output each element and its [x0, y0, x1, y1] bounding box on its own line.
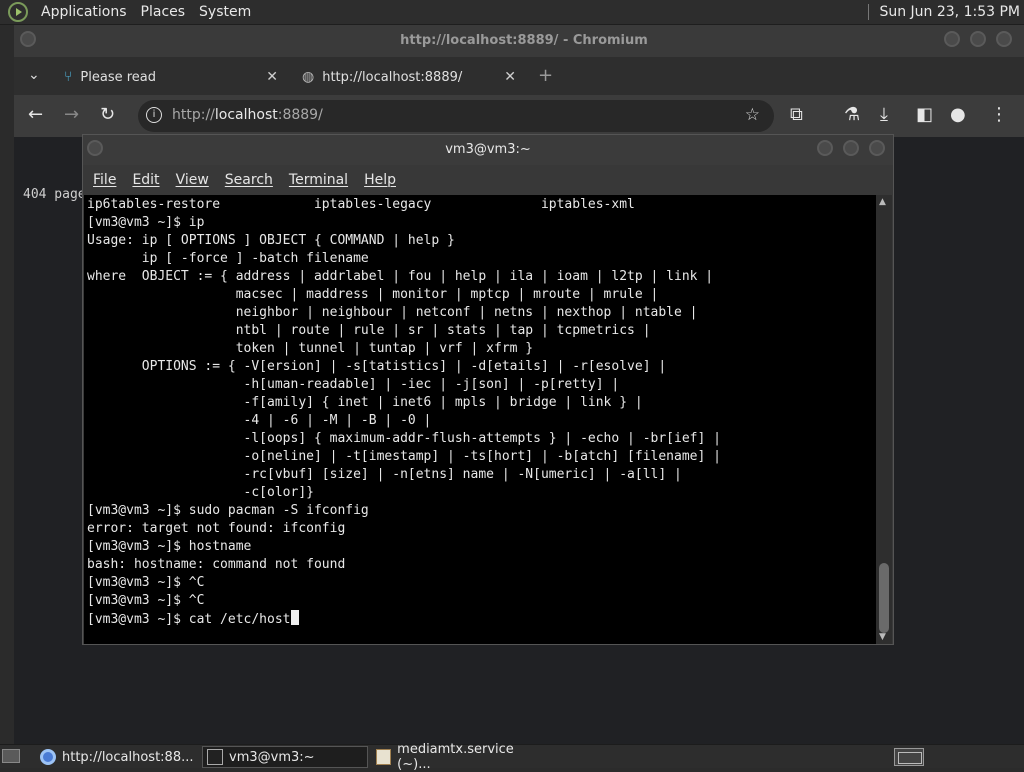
terminal-line: [vm3@vm3 ~]$ ^C — [87, 593, 205, 608]
close-icon[interactable] — [869, 140, 885, 156]
site-info-icon[interactable]: i — [146, 107, 162, 123]
bottom-panel: http://localhost:88... vm3@vm3:~ mediamt… — [0, 742, 1024, 772]
scroll-down-icon[interactable]: ▼ — [879, 632, 886, 642]
minimize-icon[interactable] — [944, 31, 960, 47]
menu-search[interactable]: Search — [225, 172, 273, 188]
taskbar-item-terminal[interactable]: vm3@vm3:~ — [202, 746, 368, 768]
top-panel: Applications Places System Sun Jun 23, 1… — [0, 0, 1024, 25]
extensions-icon[interactable]: ⧉ — [790, 104, 803, 125]
terminal-line: ip [ -force ] -batch filename — [87, 251, 369, 266]
text-cursor — [290, 610, 299, 625]
tab-label: http://localhost:8889/ — [322, 69, 463, 85]
terminal-line: [vm3@vm3 ~]$ ip — [87, 215, 205, 230]
download-icon[interactable]: ⤓ — [880, 104, 888, 125]
clock[interactable]: Sun Jun 23, 1:53 PM — [879, 4, 1024, 20]
tab-label: Please read — [80, 69, 157, 85]
menu-kebab-icon[interactable]: ⋮ — [990, 104, 1008, 125]
terminal-line: bash: hostname: command not found — [87, 557, 346, 572]
scroll-up-icon[interactable]: ▲ — [879, 197, 886, 207]
taskbar-item-editor[interactable]: mediamtx.service (~)... — [372, 742, 542, 772]
maximize-icon[interactable] — [970, 31, 986, 47]
workspace-switcher[interactable] — [894, 748, 924, 766]
terminal-titlebar[interactable]: vm3@vm3:~ — [83, 135, 893, 165]
labs-flask-icon[interactable]: ⚗ — [844, 104, 860, 125]
close-tab-icon[interactable]: ✕ — [504, 69, 516, 85]
minimize-icon[interactable] — [817, 140, 833, 156]
terminal-line: where OBJECT := { address | addrlabel | … — [87, 269, 714, 284]
terminal-window-title: vm3@vm3:~ — [445, 142, 531, 157]
terminal-line: Usage: ip [ OPTIONS ] OBJECT { COMMAND |… — [87, 233, 455, 248]
tab-please-read[interactable]: ⑂ Please read ✕ — [60, 61, 286, 93]
branch-icon: ⑂ — [64, 69, 73, 85]
terminal-line: OPTIONS := { -V[ersion] | -s[tatistics] … — [87, 359, 667, 374]
taskbar-item-chromium[interactable]: http://localhost:88... — [36, 746, 196, 768]
terminal-icon — [207, 749, 223, 765]
address-bar[interactable]: i http://localhost:8889/ ☆ — [138, 100, 774, 132]
terminal-line: ntbl | route | rule | sr | stats | tap |… — [87, 323, 651, 338]
menu-help[interactable]: Help — [364, 172, 396, 188]
text-editor-icon — [376, 749, 392, 765]
terminal-line: error: target not found: ifconfig — [87, 521, 346, 536]
panel-separator — [868, 4, 870, 20]
globe-icon: ◍ — [302, 69, 315, 85]
back-icon[interactable]: ← — [28, 104, 43, 125]
menu-edit[interactable]: Edit — [132, 172, 159, 188]
taskbar-label: vm3@vm3:~ — [229, 749, 315, 765]
close-icon[interactable] — [996, 31, 1012, 47]
menu-applications[interactable]: Applications — [34, 4, 134, 20]
terminal-line: token | tunnel | tuntap | vrf | xfrm } — [87, 341, 534, 356]
bookmark-star-icon[interactable]: ☆ — [745, 105, 760, 125]
terminal-line: neighbor | neighbour | netconf | netns |… — [87, 305, 698, 320]
terminal-line: ip6tables-restore iptables-legacy iptabl… — [87, 197, 635, 212]
tab-strip: ⌄ ⑂ Please read ✕ ◍ http://localhost:888… — [14, 57, 1024, 95]
tab-localhost[interactable]: ◍ http://localhost:8889/ ✕ — [298, 61, 524, 93]
terminal-prompt-line: [vm3@vm3 ~]$ cat /etc/host — [87, 610, 721, 629]
terminal-line: -h[uman-readable] | -iec | -j[son] | -p[… — [87, 377, 620, 392]
reload-icon[interactable]: ↻ — [100, 104, 115, 125]
terminal-output: ip6tables-restore iptables-legacy iptabl… — [87, 196, 721, 629]
terminal-line: -o[neline] | -t[imestamp] | -ts[hort] | … — [87, 449, 721, 464]
profile-icon[interactable]: ● — [950, 104, 966, 125]
terminal-window: vm3@vm3:~ File Edit View Search Terminal… — [82, 134, 894, 645]
scrollbar-thumb[interactable] — [879, 563, 889, 633]
forward-icon[interactable]: → — [64, 104, 79, 125]
menu-view[interactable]: View — [176, 172, 209, 188]
menu-places[interactable]: Places — [134, 4, 193, 20]
page-text: 404 page — [23, 187, 86, 202]
terminal-line: [vm3@vm3 ~]$ hostname — [87, 539, 252, 554]
show-desktop-icon[interactable] — [2, 749, 20, 763]
menu-system[interactable]: System — [192, 4, 258, 20]
chromium-window-title: http://localhost:8889/ - Chromium — [400, 33, 648, 48]
taskbar-label: http://localhost:88... — [62, 749, 194, 765]
url-text: http://localhost:8889/ — [172, 107, 323, 123]
terminal-scrollbar[interactable]: ▲ ▼ — [876, 195, 892, 644]
terminal-line: macsec | maddress | monitor | mptcp | mr… — [87, 287, 659, 302]
distro-logo-icon[interactable] — [8, 2, 28, 22]
terminal-line: -c[olor]} — [87, 485, 314, 500]
menu-file[interactable]: File — [93, 172, 116, 188]
terminal-line: -f[amily] { inet | inet6 | mpls | bridge… — [87, 395, 643, 410]
chromium-toolbar: ← → ↻ i http://localhost:8889/ ☆ ⧉ ⚗ ⤓ ◧… — [14, 95, 1024, 137]
close-tab-icon[interactable]: ✕ — [266, 69, 278, 85]
terminal-line: -4 | -6 | -M | -B | -0 | — [87, 413, 432, 428]
new-tab-icon[interactable]: + — [538, 65, 553, 86]
side-panel-icon[interactable]: ◧ — [916, 104, 933, 125]
chromium-titlebar[interactable]: http://localhost:8889/ - Chromium — [14, 25, 1024, 57]
terminal-menubar: File Edit View Search Terminal Help — [83, 165, 893, 195]
terminal-line: -rc[vbuf] [size] | -n[etns] name | -N[um… — [87, 467, 682, 482]
terminal-line: [vm3@vm3 ~]$ ^C — [87, 575, 205, 590]
maximize-icon[interactable] — [843, 140, 859, 156]
menu-terminal[interactable]: Terminal — [289, 172, 348, 188]
chromium-icon — [40, 749, 56, 765]
terminal-line: [vm3@vm3 ~]$ sudo pacman -S ifconfig — [87, 503, 369, 518]
tab-search-chevron-icon[interactable]: ⌄ — [28, 67, 40, 83]
terminal-line: -l[oops] { maximum-addr-flush-attempts }… — [87, 431, 721, 446]
terminal-screen[interactable]: ip6tables-restore iptables-legacy iptabl… — [84, 195, 878, 644]
